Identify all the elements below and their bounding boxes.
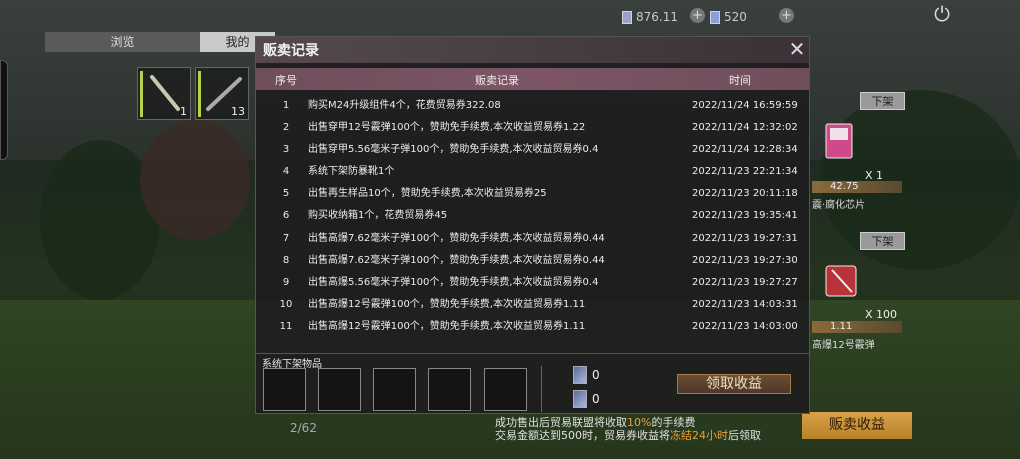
claim-income-button[interactable]: 领取收益 <box>677 374 791 394</box>
column-header-time: 时间 <box>729 74 751 87</box>
table-row: 6 购买收纳箱1个，花费贸易券45 2022/11/23 19:35:41 <box>256 205 809 227</box>
ticket-count: 0 <box>592 368 600 382</box>
device-edge <box>0 60 8 160</box>
premium-ticket-icon <box>573 390 587 408</box>
row-record: 出售高爆7.62毫米子弹100个，赞助免手续费,本次收益贸易券0.44 <box>308 233 605 244</box>
table-row: 3 出售穿甲5.56毫米子弹100个，赞助免手续费,本次收益贸易券0.4 202… <box>256 139 809 161</box>
delisted-item-slot[interactable] <box>428 368 471 411</box>
table-row: 1 购买M24升级组件4个，花费贸易券322.08 2022/11/24 16:… <box>256 95 809 117</box>
row-time: 2022/11/23 14:03:00 <box>692 321 798 332</box>
add-currency-button[interactable]: + <box>690 8 705 23</box>
row-time: 2022/11/23 19:35:41 <box>692 210 798 221</box>
table-row: 11 出售高爆12号霰弹100个，赞助免手续费,本次收益贸易券1.11 2022… <box>256 316 809 338</box>
row-num: 5 <box>282 188 290 199</box>
inventory-slot[interactable]: 1 <box>137 67 191 120</box>
row-num: 1 <box>282 100 290 111</box>
premium-ticket-icon <box>710 11 720 24</box>
row-record: 出售再生样品10个，赞助免手续费,本次收益贸易券25 <box>308 188 547 199</box>
row-time: 2022/11/23 20:11:18 <box>692 188 798 199</box>
row-num: 7 <box>282 233 290 244</box>
row-record: 出售穿甲5.56毫米子弹100个，赞助免手续费,本次收益贸易券0.4 <box>308 144 599 155</box>
table-header: 序号 贩卖记录 时间 <box>256 68 809 90</box>
currency-trade-ticket: 876.11 <box>622 10 678 24</box>
row-time: 2022/11/24 12:28:34 <box>692 144 798 155</box>
item-name: 震·腐化芯片 <box>812 200 866 211</box>
table-row: 2 出售穿甲12号霰弹100个，赞助免手续费,本次收益贸易券1.22 2022/… <box>256 117 809 139</box>
row-time: 2022/11/23 14:03:31 <box>692 299 798 310</box>
slot-count: 1 <box>180 105 187 118</box>
table-row: 4 系统下架防暴靴1个 2022/11/23 22:21:34 <box>256 161 809 183</box>
currency-trade-ticket-value: 876.11 <box>636 10 678 24</box>
row-num: 6 <box>282 210 290 221</box>
trade-ticket-icon <box>622 11 632 24</box>
table-row: 7 出售高爆7.62毫米子弹100个，赞助免手续费,本次收益贸易券0.44 20… <box>256 228 809 250</box>
row-time: 2022/11/23 19:27:27 <box>692 277 798 288</box>
page-indicator: 2/62 <box>290 421 317 435</box>
row-num: 4 <box>282 166 290 177</box>
close-icon[interactable]: ✕ <box>787 39 807 59</box>
column-header-num: 序号 <box>275 74 297 87</box>
row-num: 3 <box>282 144 290 155</box>
item-quantity: X 100 <box>865 308 898 321</box>
table-row: 8 出售高爆7.62毫米子弹100个，赞助免手续费,本次收益贸易券0.44 20… <box>256 250 809 272</box>
row-time: 2022/11/24 12:32:02 <box>692 122 798 133</box>
market-tabs: 浏览 我的 <box>45 32 275 52</box>
delisted-item-slot[interactable] <box>263 368 306 411</box>
delist-button[interactable]: 下架 <box>860 92 905 110</box>
delisted-item-slot[interactable] <box>373 368 416 411</box>
row-record: 出售高爆12号霰弹100个，赞助免手续费,本次收益贸易券1.11 <box>308 299 586 310</box>
chip-item-icon <box>818 116 868 166</box>
freeze-notice: 交易金额达到500时，贸易券收益将冻结24小时后领取 <box>495 429 761 442</box>
delisted-item-slot[interactable] <box>318 368 361 411</box>
row-time: 2022/11/23 19:27:31 <box>692 233 798 244</box>
row-time: 2022/11/23 19:27:30 <box>692 255 798 266</box>
currency-premium: 520 <box>710 10 747 24</box>
row-record: 购买M24升级组件4个，花费贸易券322.08 <box>308 100 501 111</box>
delist-button[interactable]: 下架 <box>860 232 905 250</box>
background-tree <box>140 120 250 240</box>
row-record: 系统下架防暴靴1个 <box>308 166 395 177</box>
ticket-count: 0 <box>592 392 600 406</box>
row-num: 8 <box>282 255 290 266</box>
inventory-slot[interactable]: 13 <box>195 67 249 120</box>
sell-income-button[interactable]: 贩卖收益 <box>802 412 912 439</box>
trade-ticket-icon <box>573 366 587 384</box>
divider <box>541 366 542 412</box>
row-record: 出售高爆7.62毫米子弹100个，赞助免手续费,本次收益贸易券0.44 <box>308 255 605 266</box>
row-record: 出售高爆5.56毫米子弹100个，赞助免手续费,本次收益贸易券0.4 <box>308 277 599 288</box>
row-num: 9 <box>282 277 290 288</box>
row-time: 2022/11/23 22:21:34 <box>692 166 798 177</box>
table-row: 10 出售高爆12号霰弹100个，赞助免手续费,本次收益贸易券1.11 2022… <box>256 294 809 316</box>
game-screen: 876.11 + 520 + ⏻ 浏览 我的 1 13 下架 X 1 42.75… <box>0 0 1020 459</box>
add-premium-button[interactable]: + <box>779 8 794 23</box>
slot-count: 13 <box>231 105 245 118</box>
row-num: 2 <box>282 122 290 133</box>
row-time: 2022/11/24 16:59:59 <box>692 100 798 111</box>
item-name: 高爆12号霰弹 <box>812 340 875 351</box>
item-price: 1.11 <box>812 321 902 333</box>
row-num: 11 <box>279 321 293 332</box>
dialog-title: 贩卖记录 <box>263 43 319 59</box>
power-icon[interactable]: ⏻ <box>930 2 954 26</box>
currency-premium-value: 520 <box>724 10 747 24</box>
item-price: 42.75 <box>812 181 902 193</box>
tab-browse[interactable]: 浏览 <box>45 32 200 52</box>
row-record: 购买收纳箱1个，花费贸易券45 <box>308 210 448 221</box>
shell-item-icon <box>818 256 868 306</box>
table-row: 5 出售再生样品10个，赞助免手续费,本次收益贸易券25 2022/11/23 … <box>256 183 809 205</box>
row-record: 出售穿甲12号霰弹100个，赞助免手续费,本次收益贸易券1.22 <box>308 122 586 133</box>
sales-record-dialog: 贩卖记录 ✕ 序号 贩卖记录 时间 1 购买M24升级组件4个，花费贸易券322… <box>255 36 810 354</box>
table-row: 9 出售高爆5.56毫米子弹100个，赞助免手续费,本次收益贸易券0.4 202… <box>256 272 809 294</box>
row-num: 10 <box>279 299 293 310</box>
column-header-record: 贩卖记录 <box>475 74 519 87</box>
dialog-header: 贩卖记录 ✕ <box>256 37 809 63</box>
delisted-item-slot[interactable] <box>484 368 527 411</box>
row-record: 出售高爆12号霰弹100个，赞助免手续费,本次收益贸易券1.11 <box>308 321 586 332</box>
